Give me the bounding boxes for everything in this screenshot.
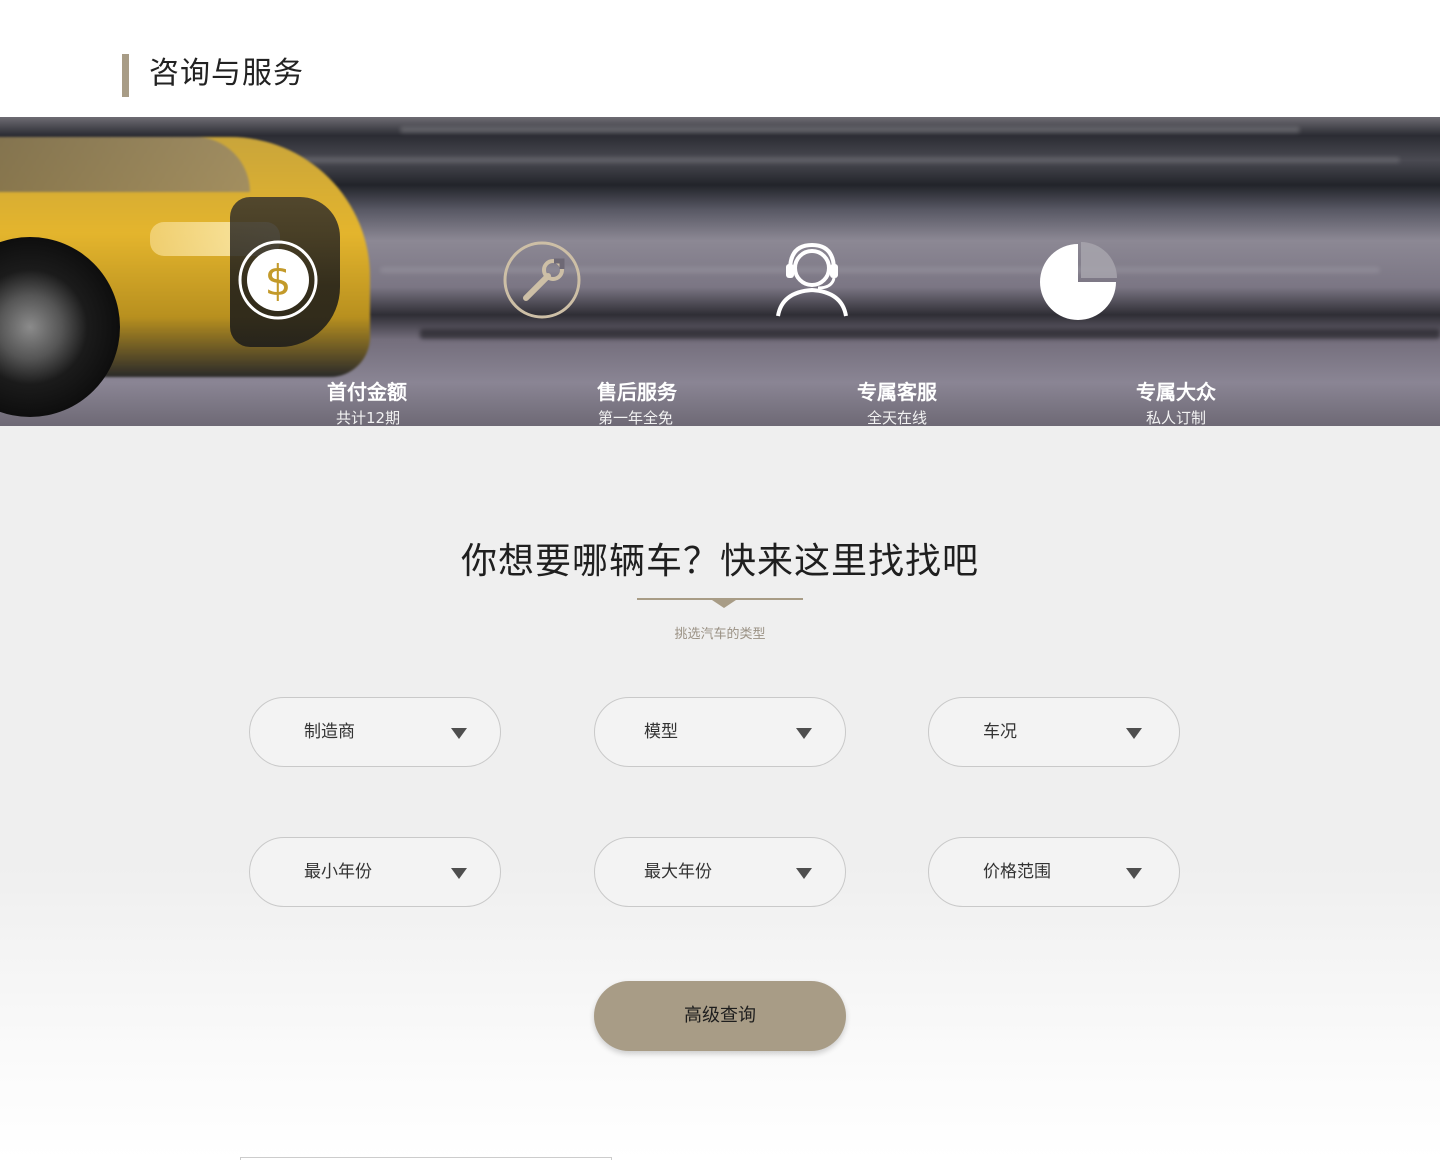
page-header: 咨询与服务: [0, 0, 1440, 117]
search-heading: 你想要哪辆车？快来这里找找吧: [460, 541, 979, 582]
hero-banner: $ 首付金额 共计12期 售后服务 第一年全免 专属客服 全天在线 专属大众 私…: [0, 117, 1440, 426]
wrench-circle-icon: [503, 241, 581, 319]
feature-title: 专属客服: [857, 380, 937, 404]
motion-streak: [300, 157, 1400, 163]
feature-title: 售后服务: [597, 380, 677, 404]
select-label: 价格范围: [983, 862, 1051, 882]
motion-streak: [400, 127, 1300, 133]
car-search-section: 你想要哪辆车？快来这里找找吧 挑选汽车的类型 制造商 模型 车况 最小年份 最大…: [0, 426, 1440, 1160]
min-year-select[interactable]: 最小年份: [249, 837, 501, 907]
taxi-window: [0, 137, 250, 192]
max-year-select[interactable]: 最大年份: [594, 837, 846, 907]
page-title: 咨询与服务: [149, 56, 304, 91]
select-label: 车况: [983, 722, 1017, 742]
pie-chart-icon: [1040, 242, 1117, 320]
dollar-circle-icon: $: [238, 240, 318, 320]
feature-subtitle: 第一年全免: [598, 409, 674, 426]
select-label: 最小年份: [304, 862, 372, 882]
feature-subtitle: 私人订制: [1146, 409, 1207, 426]
advanced-search-button[interactable]: 高级查询: [594, 981, 846, 1051]
manufacturer-select[interactable]: 制造商: [249, 697, 501, 767]
condition-select[interactable]: 车况: [928, 697, 1180, 767]
feature-title: 专属大众: [1136, 380, 1216, 404]
select-label: 模型: [644, 722, 678, 742]
feature-title: 首付金额: [327, 380, 407, 404]
svg-text:$: $: [265, 256, 292, 305]
feature-subtitle: 共计12期: [336, 409, 401, 426]
select-label: 最大年份: [644, 862, 712, 882]
feature-subtitle: 全天在线: [867, 409, 928, 426]
search-subheading: 挑选汽车的类型: [674, 627, 766, 642]
headset-agent-icon: [776, 242, 848, 317]
motion-streak: [420, 329, 1440, 339]
caret-down-icon: [796, 868, 812, 879]
select-label: 制造商: [304, 722, 355, 742]
model-select[interactable]: 模型: [594, 697, 846, 767]
caret-down-icon: [451, 868, 467, 879]
divider-notch: [712, 600, 736, 608]
caret-down-icon: [796, 728, 812, 739]
caret-down-icon: [1126, 868, 1142, 879]
title-accent-bar: [122, 54, 129, 97]
caret-down-icon: [451, 728, 467, 739]
caret-down-icon: [1126, 728, 1142, 739]
price-range-select[interactable]: 价格范围: [928, 837, 1180, 907]
